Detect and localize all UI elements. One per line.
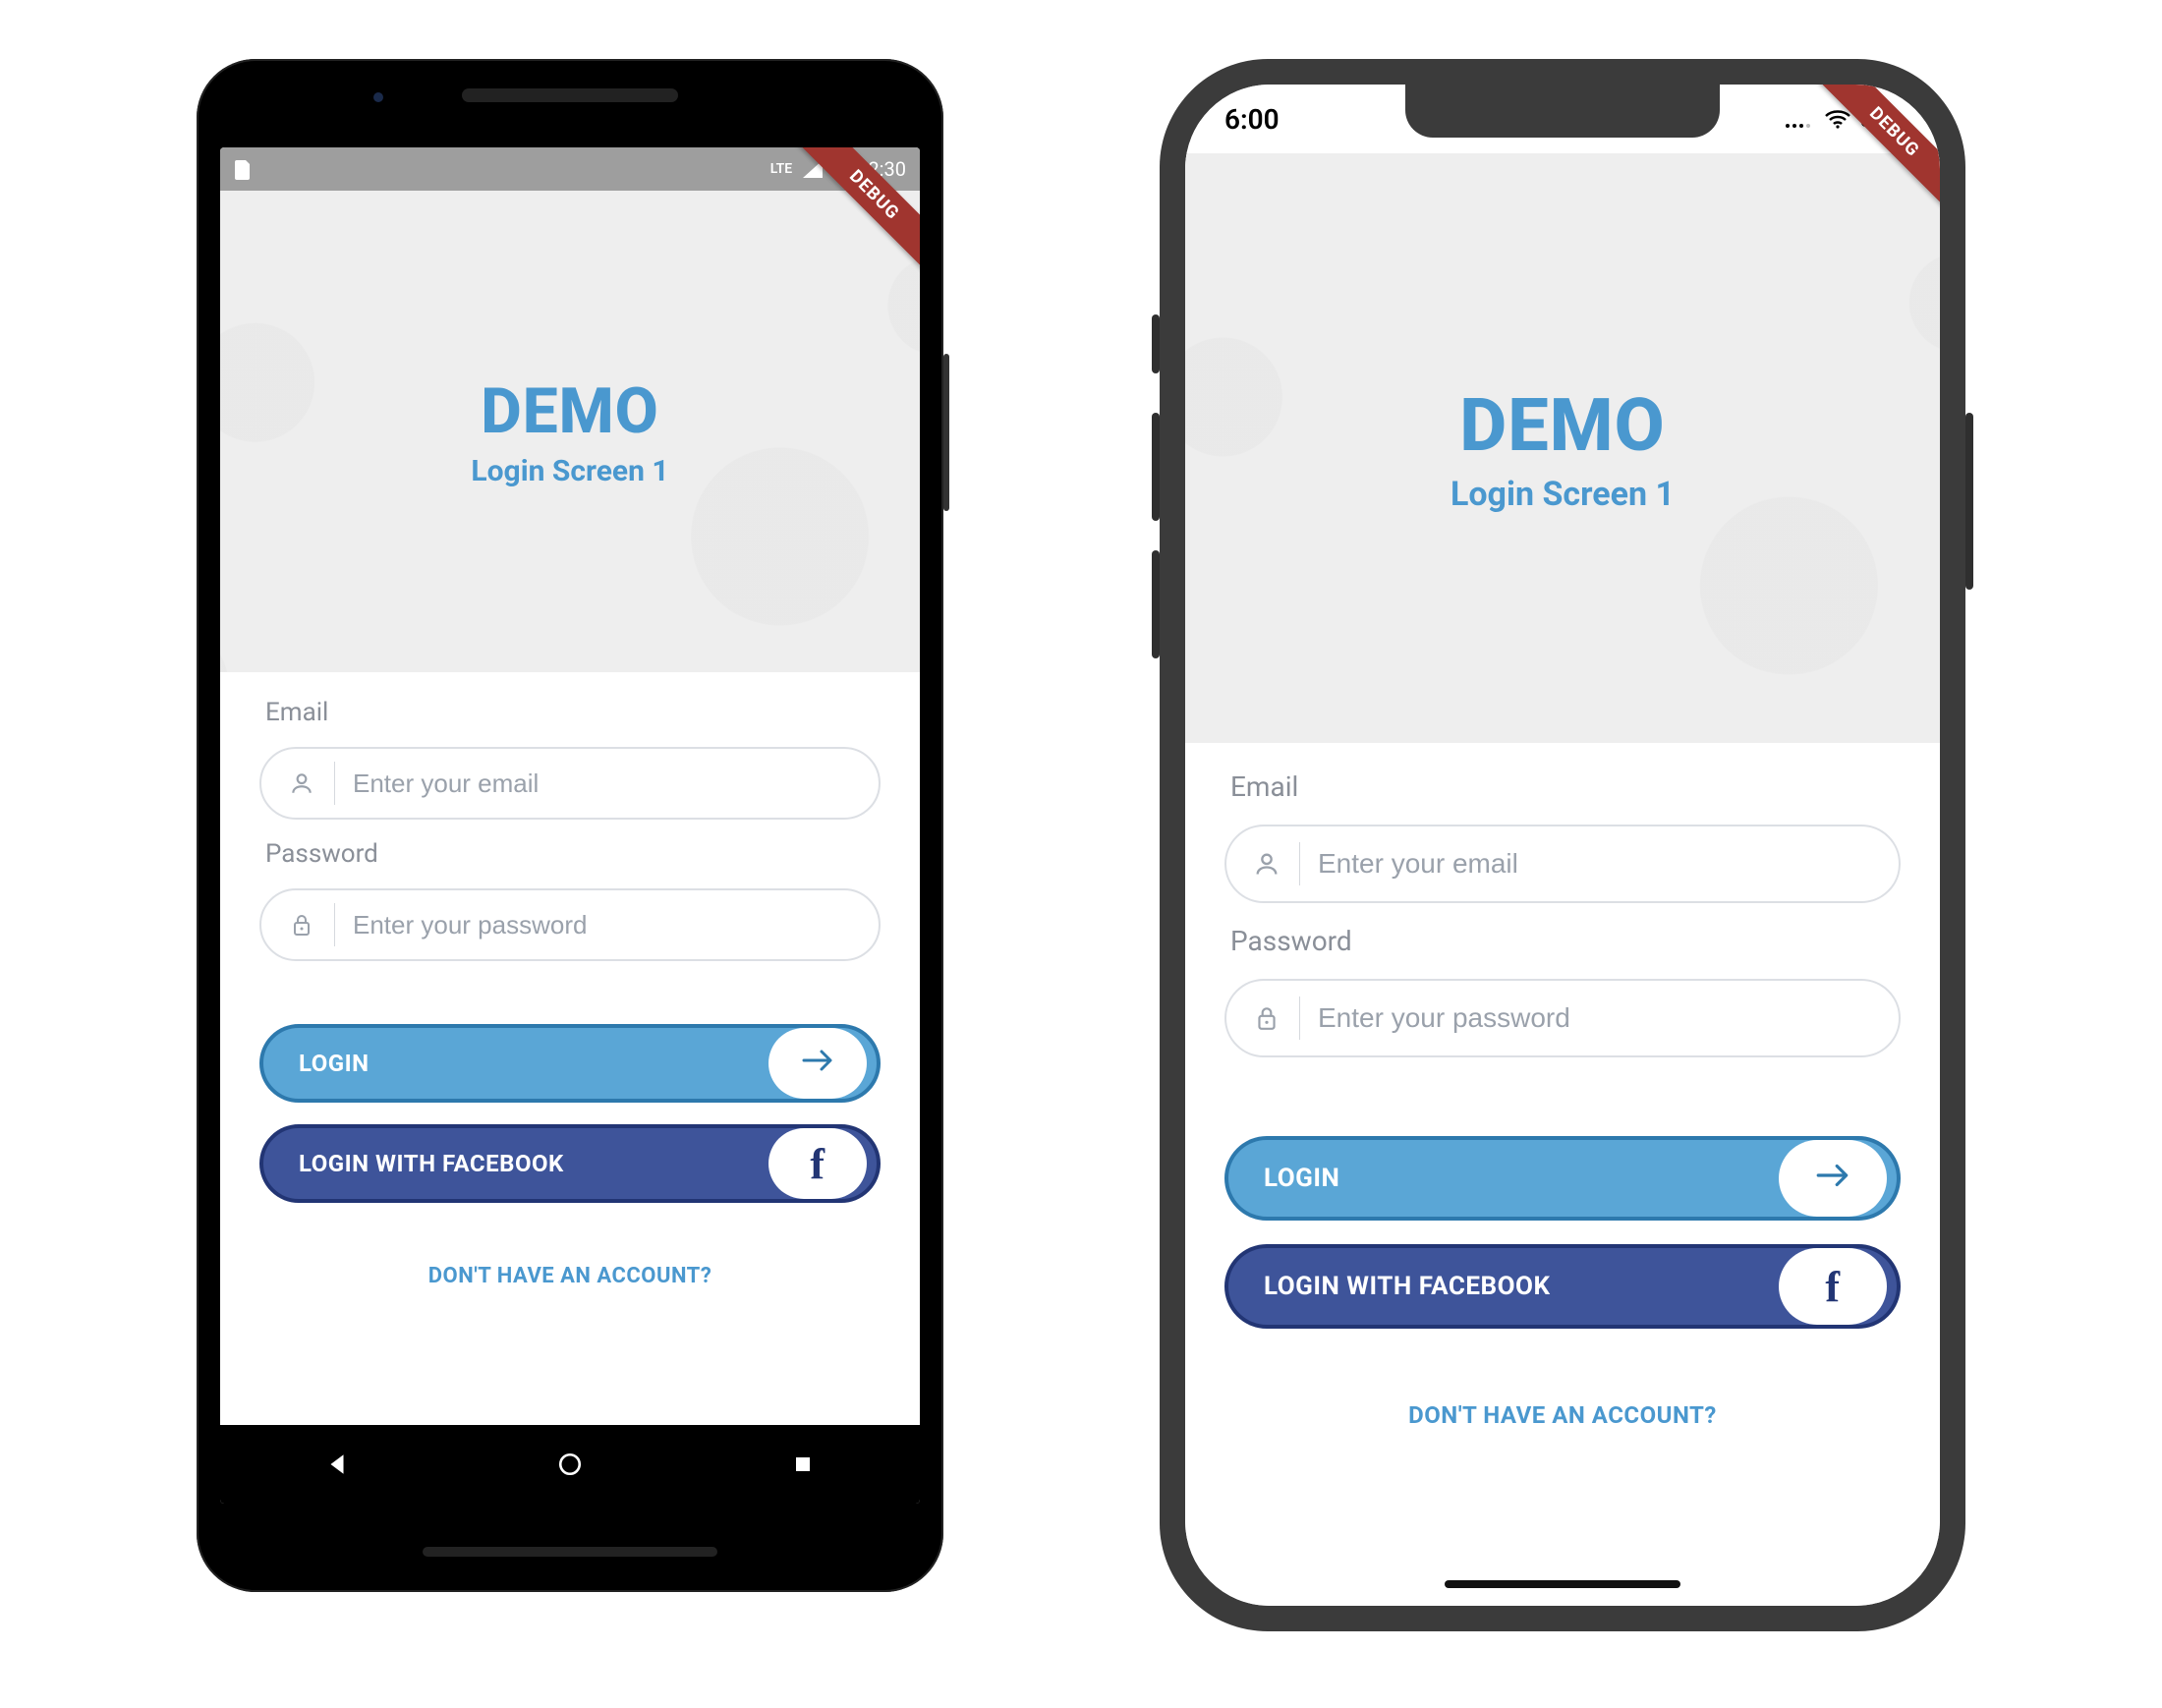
app-title: DEMO bbox=[1459, 383, 1665, 469]
arrow-right-icon bbox=[1814, 1161, 1851, 1197]
facebook-icon: f bbox=[1825, 1262, 1840, 1312]
password-input-container[interactable] bbox=[1224, 979, 1901, 1057]
app-body-ios: DEMO Login Screen 1 Email Password bbox=[1185, 85, 1940, 1606]
app-body-android: DEMO Login Screen 1 Email Password bbox=[220, 191, 920, 1425]
iphone-mute-switch bbox=[1152, 314, 1160, 373]
network-lte-label: LTE bbox=[770, 161, 792, 177]
android-navigation-bar bbox=[220, 1425, 920, 1504]
person-icon bbox=[287, 770, 316, 796]
android-earpiece bbox=[462, 88, 678, 102]
input-divider bbox=[1299, 842, 1300, 885]
lock-icon bbox=[287, 912, 316, 938]
person-icon bbox=[1252, 850, 1281, 878]
password-input-container[interactable] bbox=[259, 888, 881, 961]
facebook-login-label: LOGIN WITH FACEBOOK bbox=[299, 1150, 768, 1177]
hero-header: DEMO Login Screen 1 bbox=[220, 191, 920, 672]
input-divider bbox=[334, 903, 335, 946]
hero-header: DEMO Login Screen 1 bbox=[1185, 153, 1940, 743]
password-input[interactable] bbox=[353, 910, 853, 940]
android-front-camera bbox=[373, 92, 383, 102]
login-button[interactable]: LOGIN bbox=[1224, 1136, 1901, 1221]
android-speaker bbox=[423, 1547, 717, 1557]
email-input[interactable] bbox=[1318, 848, 1873, 880]
facebook-login-button[interactable]: LOGIN WITH FACEBOOK f bbox=[1224, 1244, 1901, 1329]
email-input-container[interactable] bbox=[1224, 825, 1901, 903]
recents-button[interactable] bbox=[783, 1445, 823, 1484]
email-label: Email bbox=[1230, 770, 1901, 803]
app-title: DEMO bbox=[481, 374, 659, 448]
iphone-home-indicator[interactable] bbox=[1445, 1580, 1680, 1588]
home-button[interactable] bbox=[550, 1445, 590, 1484]
password-label: Password bbox=[1230, 925, 1901, 957]
facebook-login-button[interactable]: LOGIN WITH FACEBOOK f bbox=[259, 1124, 881, 1203]
android-device-frame: LTE 12:30 DEBUG DEMO Login Screen 1 bbox=[197, 59, 943, 1592]
email-label: Email bbox=[265, 698, 881, 727]
clock-text: 6:00 bbox=[1224, 103, 1280, 136]
iphone-volume-up bbox=[1152, 413, 1160, 521]
login-arrow-cap bbox=[1779, 1140, 1887, 1217]
sim-card-icon bbox=[234, 158, 252, 180]
facebook-icon: f bbox=[810, 1139, 825, 1189]
lock-icon bbox=[1252, 1004, 1281, 1032]
login-form: Email Password bbox=[220, 698, 920, 1288]
login-form: Email Password bbox=[1185, 770, 1940, 1429]
input-divider bbox=[334, 762, 335, 805]
iphone-power-button bbox=[1965, 413, 1973, 590]
back-button[interactable] bbox=[317, 1445, 357, 1484]
password-input[interactable] bbox=[1318, 1002, 1873, 1034]
cellular-signal-icon bbox=[1785, 103, 1814, 136]
login-button-label: LOGIN bbox=[299, 1050, 768, 1077]
login-button[interactable]: LOGIN bbox=[259, 1024, 881, 1103]
iphone-volume-down bbox=[1152, 550, 1160, 658]
email-input[interactable] bbox=[353, 769, 853, 799]
email-input-container[interactable] bbox=[259, 747, 881, 820]
facebook-icon-cap: f bbox=[1779, 1248, 1887, 1325]
signup-link[interactable]: DON'T HAVE AN ACCOUNT? bbox=[1224, 1401, 1901, 1429]
facebook-login-label: LOGIN WITH FACEBOOK bbox=[1264, 1272, 1779, 1301]
iphone-notch bbox=[1405, 85, 1720, 138]
facebook-icon-cap: f bbox=[768, 1128, 867, 1199]
android-power-button bbox=[943, 354, 949, 511]
app-subtitle: Login Screen 1 bbox=[1451, 475, 1675, 514]
signup-link[interactable]: DON'T HAVE AN ACCOUNT? bbox=[259, 1264, 881, 1288]
login-button-label: LOGIN bbox=[1264, 1164, 1779, 1193]
iphone-device-frame: 6:00 DEBUG DEMO Login bbox=[1160, 59, 1965, 1631]
password-label: Password bbox=[265, 839, 881, 869]
arrow-right-icon bbox=[800, 1047, 835, 1080]
app-subtitle: Login Screen 1 bbox=[471, 454, 668, 488]
input-divider bbox=[1299, 996, 1300, 1040]
login-arrow-cap bbox=[768, 1028, 867, 1099]
